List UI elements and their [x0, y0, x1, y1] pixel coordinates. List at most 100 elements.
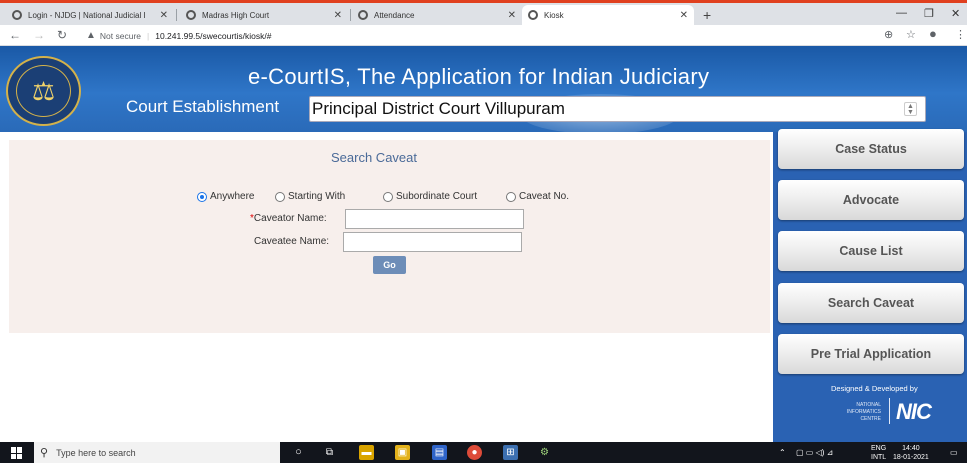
radio-subordinate-court[interactable]: Subordinate Court	[383, 191, 477, 202]
clock-date: 18-01-2021	[893, 454, 929, 461]
globe-icon	[12, 10, 22, 20]
sidebar-item-label: Case Status	[835, 142, 907, 156]
radio-dot[interactable]	[197, 191, 207, 202]
establishment-select[interactable]: Principal District Court Villupuram ▲ ▼	[309, 96, 926, 122]
updown-arrow-icon: ▲ ▼	[904, 102, 917, 116]
radio-starting-with[interactable]: Starting With	[275, 191, 345, 202]
site-header: ⚖ e-CourtIS, The Application for Indian …	[0, 46, 967, 132]
caveatee-name-input[interactable]	[343, 232, 522, 252]
new-tab-icon[interactable]: +	[703, 7, 711, 23]
go-button[interactable]: Go	[373, 256, 406, 274]
sidebar-item-label: Pre Trial Application	[810, 347, 932, 361]
url-field[interactable]: ▲ Not secure | 10.241.99.5/swecourtis/ki…	[86, 30, 271, 41]
folder-icon[interactable]: ▣	[395, 445, 410, 460]
radio-dot[interactable]	[275, 191, 285, 202]
security-label: Not secure	[99, 30, 142, 41]
globe-icon	[186, 10, 196, 20]
reload-icon[interactable]: ↻	[57, 28, 67, 42]
sidebar-item-case-status[interactable]: Case Status	[778, 129, 964, 169]
tray-chevron-icon[interactable]: ⌃	[779, 448, 786, 457]
search-icon: ⚲	[40, 447, 49, 459]
tab-divider	[176, 9, 177, 21]
radio-caveat-no[interactable]: Caveat No.	[506, 191, 569, 202]
cortana-icon[interactable]: ○	[291, 445, 306, 460]
credit-text: Designed & Developed by	[831, 384, 918, 393]
url-separator: |	[147, 30, 150, 41]
radio-label: Caveat No.	[519, 191, 570, 202]
nic-line: INFORMATICS	[846, 409, 881, 415]
tab-divider	[350, 9, 351, 21]
sidebar-item-advocate[interactable]: Advocate	[778, 180, 964, 220]
sidebar-item-cause-list[interactable]: Cause List	[778, 231, 964, 271]
caveator-name-label: *Caveator Name:	[250, 213, 327, 224]
establishment-value: Principal District Court Villupuram	[312, 99, 565, 118]
establishment-label: Court Establishment	[126, 97, 280, 116]
tab-kiosk[interactable]: Kiosk ✕	[522, 5, 694, 25]
tab-title: Kiosk	[544, 10, 564, 20]
bookmark-star-icon[interactable]: ☆	[906, 28, 916, 41]
nic-line: NATIONAL	[856, 402, 881, 408]
sidebar-item-label: Advocate	[842, 193, 900, 207]
menu-icon[interactable]: ⋮	[955, 28, 966, 41]
tab-title: Madras High Court	[202, 10, 270, 20]
notification-icon[interactable]: ▭	[950, 448, 958, 457]
nic-logo: NIC	[896, 399, 932, 424]
forward-icon[interactable]: →	[33, 28, 45, 42]
tray-icons[interactable]: ▢ ▭ ◁) ⊿	[796, 448, 833, 457]
tool-icon[interactable]: ⚙	[537, 445, 552, 460]
clock[interactable]: 14:40 18-01-2021	[893, 444, 929, 462]
close-tab-icon[interactable]: ✕	[160, 10, 168, 21]
language-indicator[interactable]: ENG INTL	[871, 444, 886, 462]
task-view-icon[interactable]: ⧉	[322, 445, 337, 460]
sidebar-item-pre-trial-application[interactable]: Pre Trial Application	[778, 334, 964, 374]
radio-dot[interactable]	[506, 191, 516, 202]
sidebar: Case Status Advocate Cause List Search C…	[773, 129, 967, 442]
taskbar-search-placeholder: Type here to search	[56, 447, 136, 458]
taskbar: ⚲ Type here to search ○ ⧉ ▬ ▣ ▤ ● ⊞ ⚙ ⌃ …	[0, 442, 967, 463]
radio-label: Subordinate Court	[396, 191, 478, 202]
tab-strip: Login - NJDG | National Judicial I ✕ Mad…	[0, 3, 967, 25]
caveatee-name-label: Caveatee Name:	[254, 236, 330, 247]
chrome-icon[interactable]: ●	[467, 445, 482, 460]
tab-madras-high-court[interactable]: Madras High Court ✕	[180, 5, 348, 25]
sidebar-item-label: Search Caveat	[827, 296, 915, 310]
emblem-logo: ⚖	[6, 56, 81, 126]
back-icon[interactable]: ←	[9, 28, 21, 42]
zoom-icon[interactable]: ⊕	[884, 28, 893, 41]
minimize-icon[interactable]: —	[896, 7, 907, 19]
taskbar-search[interactable]: ⚲ Type here to search	[34, 442, 280, 463]
network-app-icon[interactable]: ⊞	[503, 445, 518, 460]
close-tab-icon[interactable]: ✕	[334, 10, 342, 21]
radio-label: Starting With	[288, 191, 346, 202]
app-icon[interactable]: ▤	[432, 445, 447, 460]
close-window-icon[interactable]: ✕	[951, 7, 960, 20]
restore-icon[interactable]: ❐	[924, 7, 934, 20]
nic-fullname: NATIONAL INFORMATICS CENTRE	[831, 402, 881, 423]
sidebar-item-label: Cause List	[839, 244, 903, 258]
caveator-label-text: Caveator Name:	[253, 213, 327, 224]
tab-njdg[interactable]: Login - NJDG | National Judicial I ✕	[6, 5, 174, 25]
nic-divider	[889, 398, 890, 424]
radio-dot[interactable]	[383, 191, 393, 202]
tab-title: Login - NJDG | National Judicial I	[28, 10, 146, 20]
globe-icon	[358, 10, 368, 20]
tab-attendance[interactable]: Attendance ✕	[352, 5, 522, 25]
windows-start-icon[interactable]	[11, 447, 23, 459]
lang-bottom: INTL	[871, 454, 887, 461]
file-explorer-icon[interactable]: ▬	[359, 445, 374, 460]
profile-icon[interactable]: ●	[929, 26, 937, 41]
radio-label: Anywhere	[210, 191, 255, 202]
close-tab-icon[interactable]: ✕	[680, 10, 688, 21]
warning-icon: ▲	[86, 30, 96, 41]
address-bar: ← → ↻ ▲ Not secure | 10.241.99.5/swecour…	[0, 25, 967, 46]
url-text: 10.241.99.5/swecourtis/kiosk/#	[155, 30, 272, 41]
close-tab-icon[interactable]: ✕	[508, 10, 516, 21]
tab-title: Attendance	[374, 10, 415, 20]
caveator-name-input[interactable]	[345, 209, 524, 229]
nic-line: CENTRE	[860, 416, 881, 422]
radio-anywhere[interactable]: Anywhere	[197, 191, 254, 202]
clock-time: 14:40	[902, 445, 920, 452]
sidebar-item-search-caveat[interactable]: Search Caveat	[778, 283, 964, 323]
app-title: e-CourtIS, The Application for Indian Ju…	[248, 64, 710, 89]
globe-icon	[528, 10, 538, 20]
